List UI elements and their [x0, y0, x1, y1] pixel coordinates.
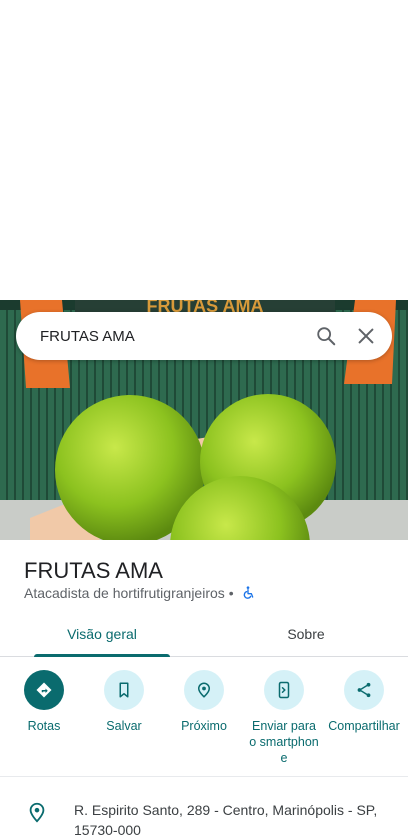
nearby-icon — [197, 682, 211, 698]
save-label: Salvar — [106, 719, 142, 733]
share-icon — [357, 682, 371, 698]
address-row[interactable]: R. Espirito Santo, 289 - Centro, Marinóp… — [24, 800, 394, 840]
tab-overview[interactable]: Visão geral — [0, 612, 204, 657]
save-button[interactable]: Salvar — [87, 670, 161, 770]
nearby-button[interactable]: Próximo — [167, 670, 241, 770]
action-row: Rotas Salvar Próximo Enviar para o smart… — [0, 670, 408, 770]
address-text: R. Espirito Santo, 289 - Centro, Marinóp… — [74, 802, 378, 838]
place-category: Atacadista de hortifrutigranjeiros — [24, 585, 225, 601]
directions-icon — [36, 682, 52, 698]
bookmark-icon — [119, 682, 129, 698]
search-input[interactable]: FRUTAS AMA — [16, 328, 306, 345]
nearby-label: Próximo — [181, 719, 227, 733]
search-icon[interactable] — [306, 316, 346, 356]
send-to-phone-label: Enviar para o smartphone — [249, 719, 319, 765]
directions-label: Rotas — [27, 719, 61, 733]
search-bar[interactable]: FRUTAS AMA — [16, 312, 392, 360]
close-icon[interactable] — [346, 316, 386, 356]
send-to-phone-icon — [278, 681, 290, 699]
divider — [0, 776, 408, 777]
tab-about[interactable]: Sobre — [204, 612, 408, 656]
location-pin-icon — [29, 802, 45, 823]
map-area[interactable] — [0, 0, 408, 300]
place-title: FRUTAS AMA — [24, 558, 163, 583]
wheelchair-icon — [243, 586, 254, 599]
separator-dot: • — [228, 585, 234, 601]
tab-bar: Visão geral Sobre — [0, 612, 408, 657]
share-button[interactable]: Compartilhar — [327, 670, 401, 770]
send-to-phone-button[interactable]: Enviar para o smartphone — [247, 670, 321, 770]
directions-button[interactable]: Rotas — [7, 670, 81, 770]
share-label: Compartilhar — [328, 719, 400, 733]
place-subtitle: Atacadista de hortifrutigranjeiros • — [24, 585, 256, 601]
